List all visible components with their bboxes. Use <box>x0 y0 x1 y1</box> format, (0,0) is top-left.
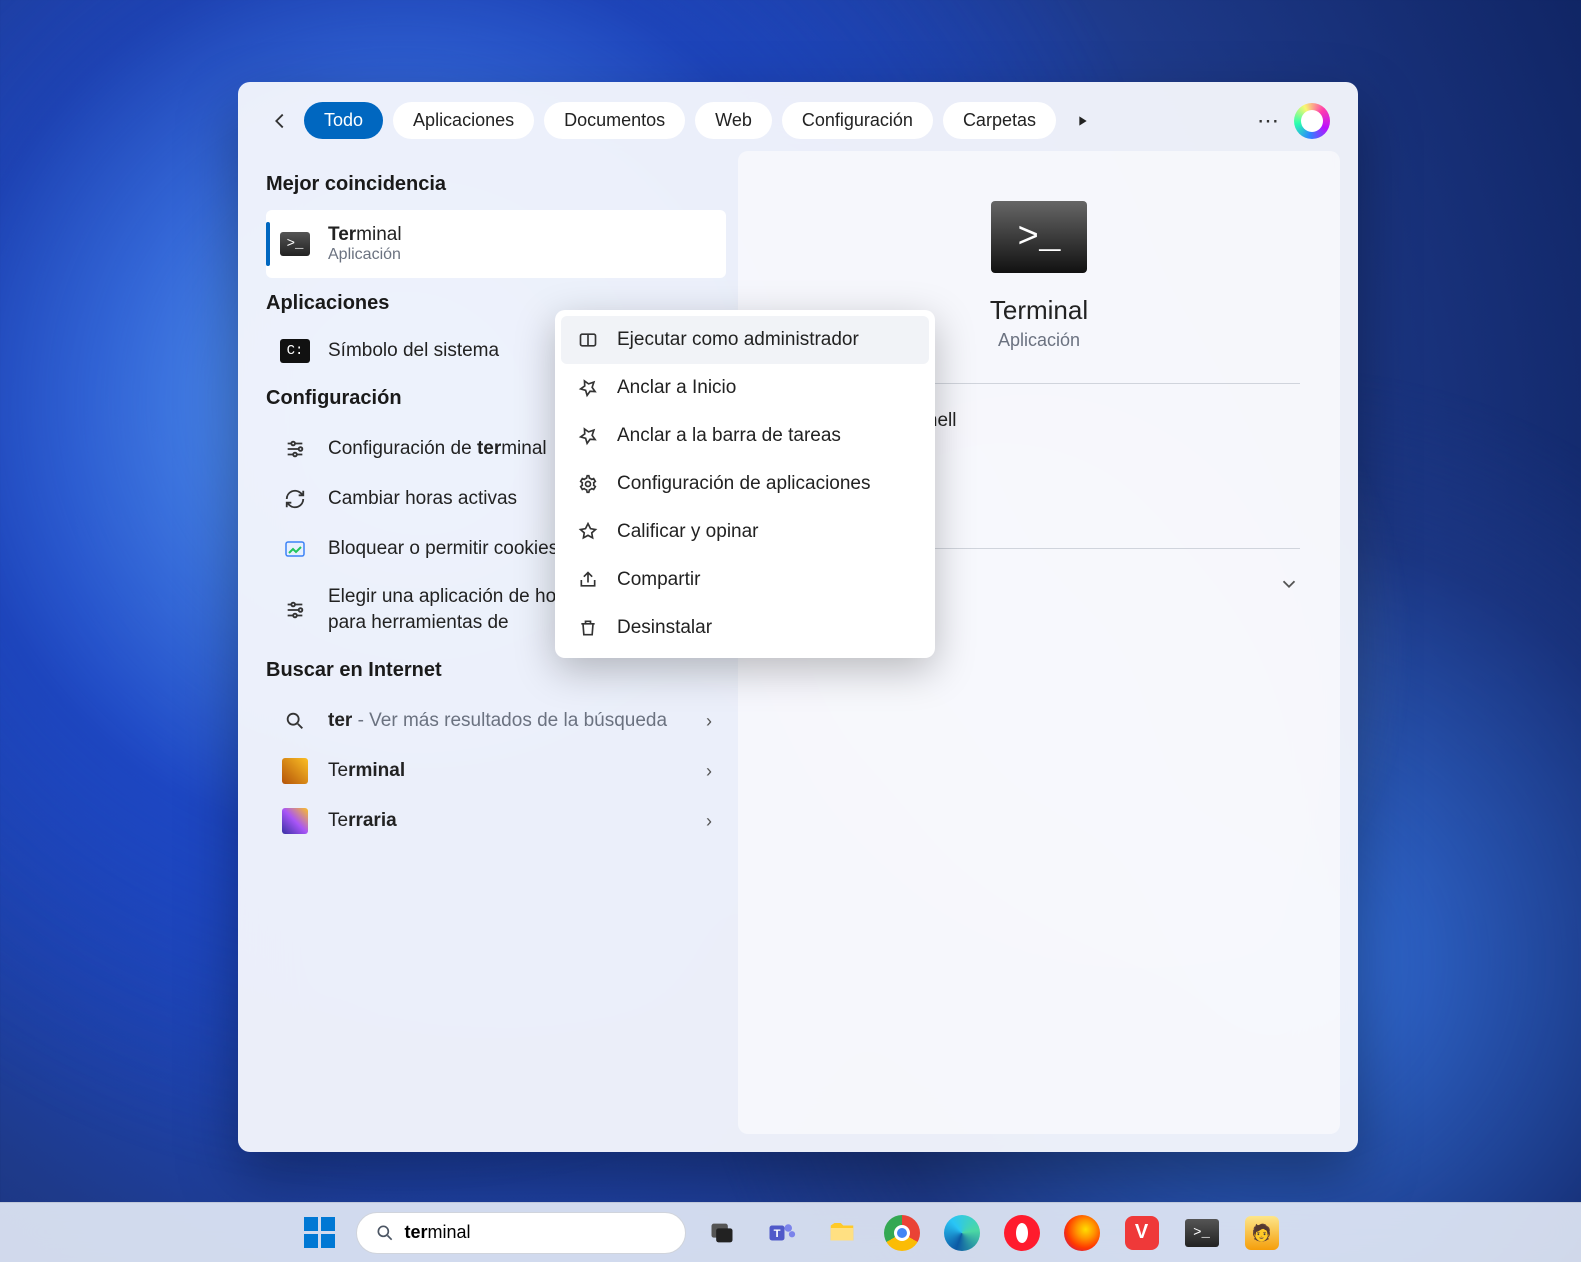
ctx-pin-taskbar[interactable]: Anclar a la barra de tareas <box>561 412 929 460</box>
teams-icon[interactable]: T <box>758 1209 806 1257</box>
panel-header: Todo Aplicaciones Documentos Web Configu… <box>238 82 1358 151</box>
filter-documents[interactable]: Documentos <box>544 102 685 139</box>
chrome-icon[interactable] <box>878 1209 926 1257</box>
result-web-terraria[interactable]: Terraria › <box>266 796 726 846</box>
section-web: Buscar en Internet <box>266 659 726 682</box>
taskbar-search-box[interactable]: terminal <box>356 1212 686 1254</box>
ctx-share[interactable]: Compartir <box>561 556 929 604</box>
copilot-icon[interactable] <box>1294 103 1330 139</box>
ctx-label: Compartir <box>617 569 700 591</box>
terminal-icon: >_ <box>991 201 1087 273</box>
sliders-icon <box>280 595 310 625</box>
result-label: Símbolo del sistema <box>328 340 499 362</box>
terminal-taskbar-icon[interactable]: >_ <box>1178 1209 1226 1257</box>
user-app-icon[interactable]: 🧑 <box>1238 1209 1286 1257</box>
opera-icon[interactable] <box>998 1209 1046 1257</box>
section-best-match: Mejor coincidencia <box>266 173 726 196</box>
more-options-button[interactable]: ⋯ <box>1252 105 1284 137</box>
back-button[interactable] <box>266 107 294 135</box>
cmd-icon: C: <box>280 339 310 363</box>
context-menu: Ejecutar como administrador Anclar a Ini… <box>555 310 935 658</box>
start-button[interactable] <box>296 1209 344 1257</box>
ctx-label: Anclar a Inicio <box>617 377 736 399</box>
chevron-right-icon: › <box>706 761 712 782</box>
result-label: Terminal <box>328 760 405 782</box>
web-thumb-icon <box>280 806 310 836</box>
admin-shield-icon <box>577 329 599 351</box>
filter-scroll-right[interactable] <box>1066 105 1098 137</box>
edge-icon[interactable] <box>938 1209 986 1257</box>
ctx-label: Calificar y opinar <box>617 521 759 543</box>
windows-logo-icon <box>304 1217 335 1248</box>
ctx-label: Anclar a la barra de tareas <box>617 425 841 447</box>
sliders-icon <box>280 434 310 464</box>
filter-settings[interactable]: Configuración <box>782 102 933 139</box>
ctx-label: Ejecutar como administrador <box>617 329 859 351</box>
result-subtitle: Aplicación <box>328 246 402 264</box>
taskbar: terminal T V >_ 🧑 <box>0 1202 1581 1262</box>
filter-folders[interactable]: Carpetas <box>943 102 1056 139</box>
result-web-terminal[interactable]: Terminal › <box>266 746 726 796</box>
web-thumb-icon <box>280 756 310 786</box>
chevron-right-icon: › <box>706 711 712 732</box>
firefox-icon[interactable] <box>1058 1209 1106 1257</box>
pin-icon <box>577 377 599 399</box>
preview-title: Terminal <box>990 295 1088 326</box>
filter-apps[interactable]: Aplicaciones <box>393 102 534 139</box>
search-icon <box>280 706 310 736</box>
task-view-button[interactable] <box>698 1209 746 1257</box>
search-icon <box>375 1223 395 1243</box>
star-icon <box>577 521 599 543</box>
result-label: ter - Ver más resultados de la búsqueda <box>328 709 667 734</box>
result-label: Terraria <box>328 810 397 832</box>
search-input-display: terminal <box>405 1222 471 1243</box>
vivaldi-icon[interactable]: V <box>1118 1209 1166 1257</box>
result-label: Cambiar horas activas <box>328 488 517 510</box>
ctx-rate-review[interactable]: Calificar y opinar <box>561 508 929 556</box>
ctx-app-settings[interactable]: Configuración de aplicaciones <box>561 460 929 508</box>
result-best-match[interactable]: >_ Terminal Aplicación <box>266 210 726 278</box>
share-icon <box>577 569 599 591</box>
terminal-icon: >_ <box>1185 1219 1219 1247</box>
filter-all[interactable]: Todo <box>304 102 383 139</box>
ctx-label: Configuración de aplicaciones <box>617 473 871 495</box>
pin-icon <box>577 425 599 447</box>
chevron-right-icon: › <box>706 811 712 832</box>
terminal-icon: >_ <box>280 232 310 256</box>
result-web-more[interactable]: ter - Ver más resultados de la búsqueda … <box>266 696 726 746</box>
ctx-run-as-admin[interactable]: Ejecutar como administrador <box>561 316 929 364</box>
cookies-icon <box>280 534 310 564</box>
result-label: Configuración de terminal <box>328 438 547 460</box>
trash-icon <box>577 617 599 639</box>
svg-text:T: T <box>773 1227 780 1239</box>
filter-web[interactable]: Web <box>695 102 772 139</box>
ctx-pin-start[interactable]: Anclar a Inicio <box>561 364 929 412</box>
preview-subtitle: Aplicación <box>998 330 1080 351</box>
gear-icon <box>577 473 599 495</box>
file-explorer-icon[interactable] <box>818 1209 866 1257</box>
result-title: Terminal <box>328 224 402 246</box>
ctx-label: Desinstalar <box>617 617 712 639</box>
sync-icon <box>280 484 310 514</box>
ctx-uninstall[interactable]: Desinstalar <box>561 604 929 652</box>
